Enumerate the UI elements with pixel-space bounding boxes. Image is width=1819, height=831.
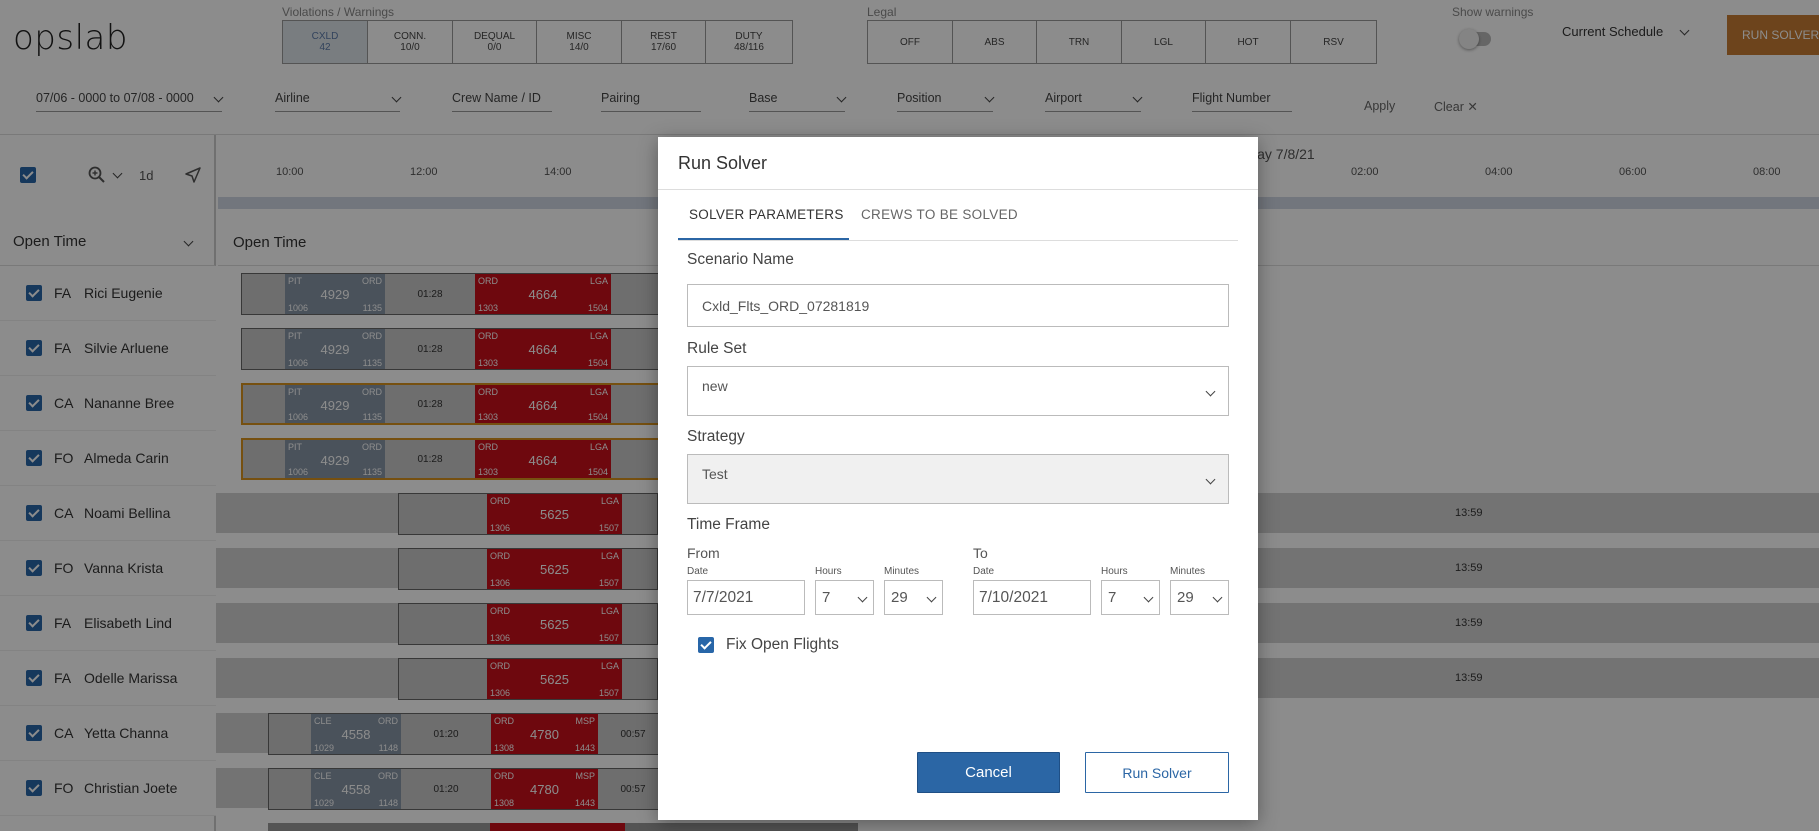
tab-crews-to-be-solved[interactable]: CREWS TO BE SOLVED <box>861 207 1018 222</box>
chevron-down-icon <box>1212 592 1223 603</box>
divider <box>658 189 1258 190</box>
to-minutes-label: Minutes <box>1170 566 1206 577</box>
chevron-down-icon <box>926 592 937 603</box>
from-minutes-label: Minutes <box>884 566 920 577</box>
run-solver-button[interactable]: Run Solver <box>1085 752 1229 793</box>
to-date-input[interactable]: 7/10/2021 <box>973 580 1091 615</box>
fix-open-flights-checkbox[interactable] <box>698 637 714 653</box>
from-label: From <box>687 545 720 561</box>
chevron-down-icon <box>1205 386 1216 396</box>
to-minutes-select[interactable]: 29 <box>1170 580 1229 615</box>
strategy-label: Strategy <box>687 428 745 445</box>
from-date-input[interactable]: 7/7/2021 <box>687 580 805 615</box>
cancel-button[interactable]: Cancel <box>917 752 1060 793</box>
to-date-label: Date <box>973 566 995 577</box>
chevron-down-icon <box>1143 592 1154 603</box>
run-solver-dialog: Run Solver SOLVER PARAMETERS CREWS TO BE… <box>658 137 1258 820</box>
dialog-title: Run Solver <box>678 153 768 173</box>
from-minutes-select[interactable]: 29 <box>884 580 943 615</box>
from-hours-label: Hours <box>815 566 842 577</box>
chevron-down-icon <box>857 592 868 603</box>
scenario-name-label: Scenario Name <box>687 251 794 268</box>
rule-set-select[interactable]: new <box>687 366 1229 416</box>
to-hours-select[interactable]: 7 <box>1101 580 1160 615</box>
strategy-select[interactable]: Test <box>687 454 1229 504</box>
divider <box>678 240 1238 241</box>
fix-open-flights-label: Fix Open Flights <box>726 636 839 653</box>
rule-set-label: Rule Set <box>687 340 747 357</box>
from-hours-select[interactable]: 7 <box>815 580 874 615</box>
to-label: To <box>973 545 988 561</box>
from-date-label: Date <box>687 566 709 577</box>
time-frame-label: Time Frame <box>687 516 770 533</box>
scenario-name-input[interactable]: Cxld_Flts_ORD_07281819 <box>687 284 1229 327</box>
to-hours-label: Hours <box>1101 566 1128 577</box>
chevron-down-icon <box>1205 474 1216 484</box>
tab-solver-parameters[interactable]: SOLVER PARAMETERS <box>689 207 844 222</box>
